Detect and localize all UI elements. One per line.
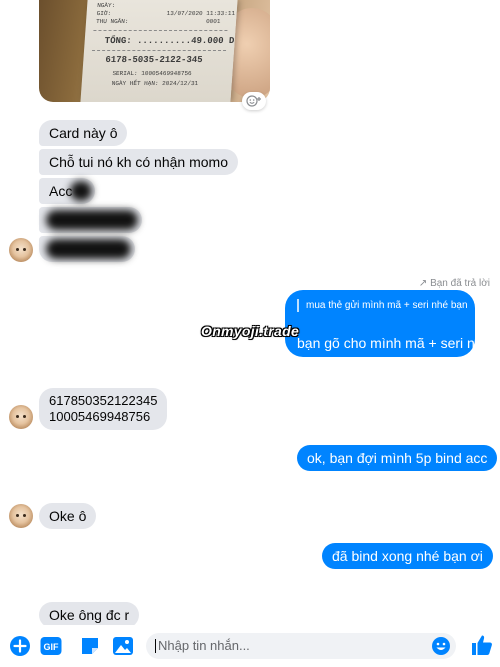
receipt-line: NGÀY: — [96, 2, 116, 9]
sender-avatar[interactable] — [9, 238, 33, 262]
emoji-icon[interactable] — [430, 635, 452, 657]
redacted-text — [46, 239, 131, 259]
image-icon[interactable] — [112, 635, 134, 657]
text-cursor — [155, 639, 156, 653]
add-reaction-icon[interactable] — [242, 92, 266, 110]
sticker-icon[interactable] — [79, 635, 101, 657]
incoming-message: Chỗ tui nó kh có nhận momo — [39, 149, 238, 175]
receipt-line: 0001 — [205, 18, 221, 25]
reply-text: bạn gõ cho mình mã + seri nhé — [297, 335, 491, 351]
card-code: 617850352122345 — [49, 393, 158, 408]
watermark: Onmyoji.trade — [201, 323, 300, 339]
gif-icon[interactable]: GIF — [40, 635, 62, 657]
sender-avatar[interactable] — [9, 504, 33, 528]
receipt-line: THU NGÂN: — [95, 18, 129, 25]
receipt-seri: SERIAL: 10005469948756 — [112, 70, 192, 77]
outgoing-reply-message: mua thẻ gửi mình mã + seri nhé bạn bạn g… — [285, 290, 490, 357]
outgoing-message: đã bind xong nhé bạn ơi — [322, 543, 493, 569]
redacted-text — [70, 181, 92, 201]
message-input-placeholder: Nhập tin nhắn... — [158, 638, 250, 653]
receipt-total: TỔNG: ..........49.000 D — [104, 36, 235, 46]
receipt-line: GIỜ: — [96, 10, 112, 17]
receipt-serial: 6178-5035-2122-345 — [105, 55, 203, 65]
receipt-paper: NGÀY: GIỜ: THU NGÂN: 13/07/2020 11:33:11… — [80, 0, 238, 102]
card-serial: 10005469948756 — [49, 409, 151, 424]
receipt-expiry: NGÀY HẾT HẠN: 2024/12/31 — [111, 80, 199, 87]
receipt-divider — [92, 50, 227, 51]
outgoing-message: ok, bạn đợi mình 5p bind acc — [297, 445, 498, 471]
redacted-text — [46, 210, 138, 230]
incoming-message: Card này ô — [39, 120, 128, 146]
sender-avatar[interactable] — [9, 405, 33, 429]
message-composer: GIF Nhập tin nhắn... — [0, 625, 500, 667]
replied-label: ↗ Bạn đã trả lời — [418, 278, 490, 289]
incoming-message: Oke ô — [39, 503, 97, 529]
plus-icon[interactable] — [9, 635, 31, 657]
incoming-message-codes: 617850352122345 10005469948756 — [39, 388, 168, 430]
message-input[interactable]: Nhập tin nhắn... — [146, 633, 456, 659]
gif-label: GIF — [44, 642, 60, 652]
quoted-message[interactable]: mua thẻ gửi mình mã + seri nhé bạn — [297, 299, 476, 312]
receipt-divider — [93, 30, 228, 31]
receipt-line: 13/07/2020 11:33:11 — [166, 10, 236, 17]
like-icon[interactable] — [470, 633, 492, 655]
receipt-photo[interactable]: NGÀY: GIỜ: THU NGÂN: 13/07/2020 11:33:11… — [39, 0, 270, 102]
